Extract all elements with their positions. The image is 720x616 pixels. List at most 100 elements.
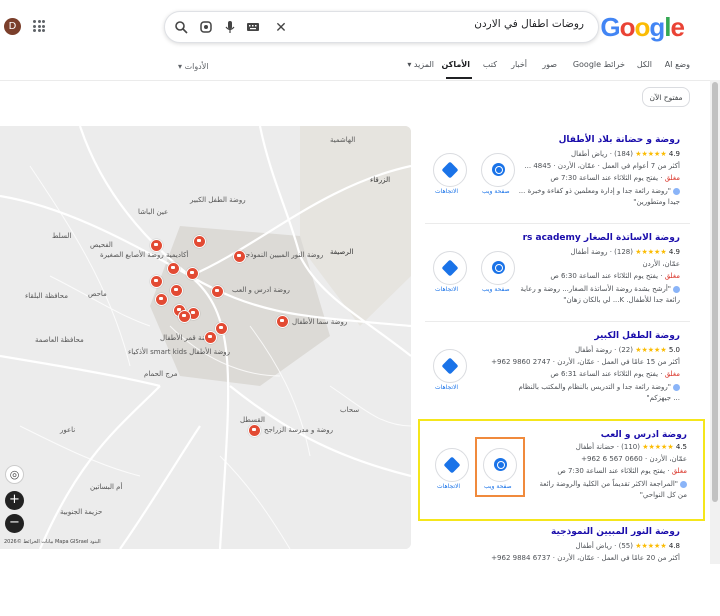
result-details: أكثر من 7 أعوام في العمل · عمّان، الأردن…	[524, 162, 680, 170]
map-pin[interactable]	[150, 239, 163, 252]
results-list: روضة و حضانة بلاد الأطفال 4.9 ★★★★★ (184…	[418, 126, 705, 564]
close-icon[interactable]: ✕	[273, 20, 289, 36]
result-review-quote: "روضة رائعة جدا و إدارة ومعلمين ذو كفاءة…	[518, 187, 680, 206]
map-label-kindergarten-4: روضة ادرس و العب	[232, 286, 290, 294]
result-card[interactable]: روضة النور المبيين النموذجية 4.8 ★★★★★ (…	[425, 518, 690, 616]
result-card[interactable]: روضة الطفل الكبير 5.0 ★★★★★ (22) · روضة …	[425, 322, 690, 420]
directions-button[interactable]	[433, 349, 467, 383]
directions-label[interactable]: الاتجاهات	[435, 384, 458, 391]
map-label-kindergarten-8: روضة و مدرسة الزراجح	[264, 426, 334, 434]
result-review-quote: "روضة رائعة جدا و التدريس بالنظام والمكت…	[518, 383, 680, 402]
top-bar: D ✕ Google	[0, 0, 720, 56]
map-label-um-basateen: أم البساتين	[90, 483, 123, 491]
map-label-capital: محافظة العاصمة	[35, 336, 84, 344]
user-avatar[interactable]: D	[4, 18, 21, 35]
result-title[interactable]: روضة الطفل الكبير	[594, 331, 680, 341]
directions-button[interactable]	[435, 448, 469, 482]
tab-images[interactable]: صور	[542, 60, 557, 69]
map-label-sahab: سحاب	[340, 406, 360, 414]
map-pin[interactable]	[167, 262, 180, 275]
map-pin[interactable]	[204, 331, 217, 344]
map-pin[interactable]	[248, 424, 261, 437]
map-label-qastal: القسطل	[240, 416, 265, 424]
map-label-rusaifa: الرصيفة	[330, 248, 354, 256]
tab-all[interactable]: الكل	[637, 60, 652, 69]
website-button[interactable]	[481, 251, 515, 285]
reviewer-avatar-icon	[673, 285, 680, 293]
search-icon[interactable]	[173, 20, 189, 36]
map-label-kindergarten-3: أكاديمية روضة الأصابع الصغيرة	[100, 251, 189, 259]
tab-news[interactable]: أخبار	[511, 60, 527, 69]
website-label[interactable]: صفحة ويب	[482, 286, 510, 293]
directions-label[interactable]: الاتجاهات	[435, 286, 458, 293]
open-now-filter[interactable]: مفتوح الآن	[642, 87, 690, 107]
map-label-hashemiya: الهاشمية	[330, 136, 356, 144]
result-hours: مغلق · يفتح يوم الثلاثاء عند الساعة 6:31…	[550, 370, 680, 378]
result-title[interactable]: روضة النور المبيين النموذجية	[551, 527, 680, 537]
map-label-fuhais: الفحيص	[90, 241, 113, 249]
map-label-balqa: محافظة البلقاء	[25, 292, 68, 300]
map-pin[interactable]	[215, 322, 228, 335]
website-label[interactable]: صفحة ويب	[482, 188, 510, 195]
search-box[interactable]: ✕	[164, 11, 599, 43]
search-input[interactable]	[384, 18, 584, 30]
map-label-mahis: ماحص	[88, 290, 107, 298]
directions-icon	[443, 456, 461, 474]
result-card[interactable]: روضة و حضانة بلاد الأطفال 4.9 ★★★★★ (184…	[425, 126, 690, 224]
apps-grid-icon[interactable]	[33, 20, 45, 32]
zoom-out-button[interactable]: −	[5, 514, 24, 533]
map-attribution[interactable]: بيانات الخرائط ©2026 Mapa GISrael البنود	[4, 539, 101, 545]
scrollbar-thumb[interactable]	[712, 82, 718, 502]
reviewer-avatar-icon	[673, 187, 680, 195]
directions-icon	[441, 357, 459, 375]
result-rating-line: 4.5 ★★★★★ (110) · حضانة أطفال	[575, 443, 687, 451]
header-divider	[0, 80, 720, 81]
result-card[interactable]: روضة الاساتذة الصغار rs academy 4.9 ★★★★…	[425, 224, 690, 322]
map-label-naour: ناعور	[60, 426, 76, 434]
result-rating-line: 4.8 ★★★★★ (55) · رياض أطفال	[575, 542, 680, 550]
directions-label[interactable]: الاتجاهات	[437, 483, 460, 490]
directions-button[interactable]	[433, 251, 467, 285]
map-panel[interactable]: الرصيفة الزرقاء السلط ماحص الفحيص عين ال…	[0, 126, 411, 549]
lens-icon[interactable]	[198, 20, 214, 36]
tab-more[interactable]: المزيد ▾	[407, 60, 434, 69]
result-hours: مغلق · يفتح يوم الثلاثاء عند الساعة 6:30…	[550, 272, 680, 280]
reviewer-avatar-icon	[680, 480, 687, 488]
result-hours: مغلق · يفتح يوم الثلاثاء عند الساعة 7:30…	[557, 467, 687, 475]
tab-ai-mode[interactable]: وضع AI	[665, 60, 690, 69]
google-logo[interactable]: Google	[600, 12, 685, 43]
map-pin[interactable]	[150, 275, 163, 288]
zoom-in-button[interactable]: +	[5, 491, 24, 510]
highlight-website-button	[475, 437, 525, 497]
tab-places[interactable]: الأماكن	[441, 60, 470, 69]
map-label-ain-basha: عين الباشا	[138, 208, 169, 216]
result-details: أكثر من 20 عامًا في العمل · عمّان، الأرد…	[491, 554, 680, 562]
map-label-salt: السلط	[52, 232, 72, 240]
keyboard-icon[interactable]	[245, 20, 261, 36]
map-pin[interactable]	[193, 235, 206, 248]
result-card-selected[interactable]: روضة ادرس و العب 4.5 ★★★★★ (110) · حضانة…	[418, 419, 705, 521]
map-pin[interactable]	[233, 250, 246, 263]
map-pin[interactable]	[186, 267, 199, 280]
result-title[interactable]: روضة الاساتذة الصغار rs academy	[523, 233, 680, 243]
tab-books[interactable]: كتب	[483, 60, 497, 69]
result-details: أكثر من 15 عامًا في العمل · عمّان، الأرد…	[491, 358, 680, 366]
result-rating-line: 4.9 ★★★★★ (184) · رياض أطفال	[571, 150, 680, 158]
result-title[interactable]: روضة و حضانة بلاد الأطفال	[559, 135, 680, 145]
tools-button[interactable]: ▾ الأدوات	[178, 62, 209, 71]
map-pin[interactable]	[170, 284, 183, 297]
map-pin[interactable]	[211, 285, 224, 298]
result-details: عمّان، الأردن	[642, 260, 680, 268]
directions-label[interactable]: الاتجاهات	[435, 188, 458, 195]
map-pin[interactable]	[155, 293, 168, 306]
mic-icon[interactable]	[222, 20, 238, 36]
map-pin[interactable]	[178, 310, 191, 323]
map-pin[interactable]	[276, 315, 289, 328]
directions-button[interactable]	[433, 153, 467, 187]
tab-maps[interactable]: خرائط Google	[573, 60, 625, 69]
my-location-button[interactable]: ◎	[5, 465, 24, 484]
result-rating-line: 5.0 ★★★★★ (22) · روضة أطفال	[574, 346, 680, 354]
result-title[interactable]: روضة ادرس و العب	[601, 430, 687, 440]
result-review-quote: "المراجعة الاكثر تقديماً من الكلية والرو…	[539, 480, 687, 499]
website-button[interactable]	[481, 153, 515, 187]
